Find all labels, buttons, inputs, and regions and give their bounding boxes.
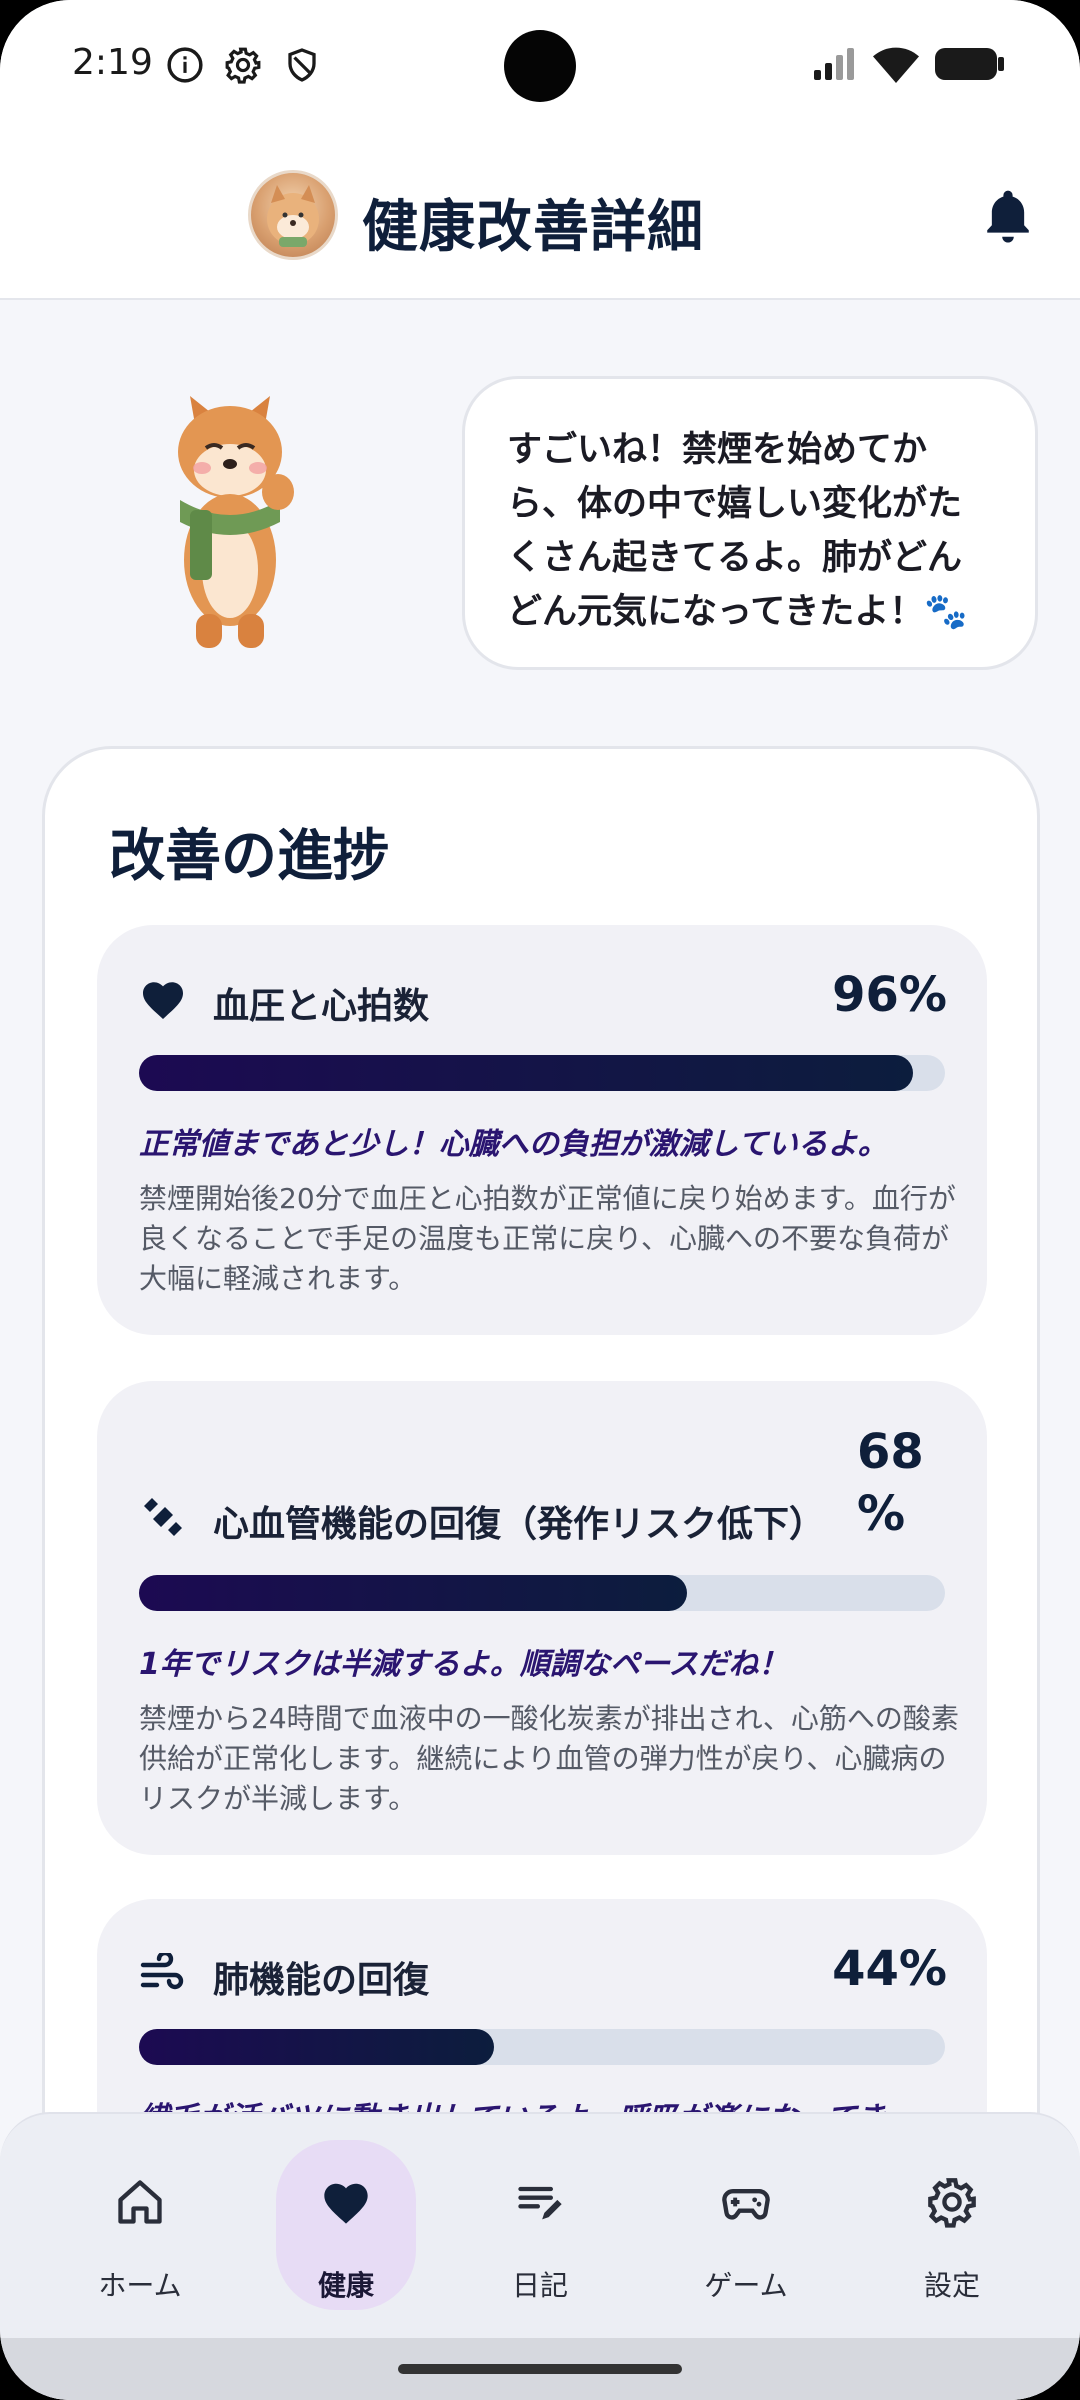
signal-icon	[812, 46, 860, 86]
heart-icon	[139, 977, 187, 1025]
progress-title: 改善の進捗	[109, 824, 389, 889]
progress-item-description: 禁煙から24時間で血液中の一酸化炭素が排出され、心筋への酸素供給が正常化します。…	[139, 1702, 959, 1815]
progress-item-percent: 44%	[832, 1941, 947, 1997]
bell-icon[interactable]	[980, 186, 1036, 250]
progress-bar	[139, 1055, 945, 1091]
heart-icon	[320, 2176, 372, 2232]
shield-icon	[284, 46, 320, 88]
info-icon	[166, 46, 204, 88]
progress-item-label: 血圧と心拍数	[213, 986, 430, 1027]
progress-item[interactable]: 血圧と心拍数 96% 正常値まであと少し！心臓への負担が激減しているよ。 禁煙開…	[97, 925, 987, 1335]
home-gesture-bar[interactable]	[398, 2364, 682, 2374]
progress-item-percent: 68 %	[857, 1424, 924, 1542]
page-title: 健康改善詳細	[362, 195, 704, 260]
nav-label: 健康	[317, 2269, 374, 2302]
nav-label: ホーム	[98, 2269, 182, 2302]
status-bar: 2:19	[0, 0, 1080, 130]
camera-cutout	[504, 30, 576, 102]
app-header: 健康改善詳細	[0, 130, 1080, 300]
gamepad-icon	[720, 2176, 772, 2232]
progress-item[interactable]: 心血管機能の回復（発作リスク低下） 68 % 1年でリスクは半減するよ。順調なペ…	[97, 1381, 987, 1855]
progress-item-label: 肺機能の回復	[213, 1960, 430, 2001]
home-icon	[114, 2176, 166, 2232]
progress-item-note: 1年でリスクは半減するよ。順調なペースだね！	[139, 1647, 789, 1682]
progress-bar	[139, 2029, 945, 2065]
settings-icon	[926, 2176, 978, 2232]
shiba-mascot	[150, 390, 310, 650]
progress-item-percent: 96%	[832, 967, 947, 1023]
progress-bar-fill	[139, 2029, 494, 2065]
nav-settings[interactable]: 設定	[882, 2140, 1022, 2310]
progress-item-label: 心血管機能の回復（発作リスク低下）	[213, 1504, 826, 1545]
wind-icon	[139, 1950, 187, 1997]
shiba-avatar[interactable]	[248, 170, 338, 260]
nav-diary[interactable]: 日記	[470, 2140, 610, 2310]
bottom-navigation: ホーム 健康 日記 ゲーム 設定	[0, 2112, 1080, 2338]
nav-label: ゲーム	[704, 2269, 788, 2302]
nav-label: 設定	[923, 2269, 980, 2302]
nav-health[interactable]: 健康	[276, 2140, 416, 2310]
screen: 2:19 健康改善詳細 すごいね！禁煙を始めてから、体の中で嬉しい変化がたくさん…	[0, 0, 1080, 2400]
dumbbell-icon	[139, 1493, 187, 1545]
status-time: 2:19	[72, 42, 153, 83]
wifi-icon	[872, 46, 920, 88]
progress-bar-fill	[139, 1575, 688, 1611]
nav-game[interactable]: ゲーム	[676, 2140, 816, 2310]
progress-bar-fill	[139, 1055, 913, 1091]
progress-item-note: 正常値まであと少し！心臓への負担が激減しているよ。	[139, 1127, 888, 1162]
gear-icon	[224, 46, 262, 88]
battery-icon	[934, 46, 1006, 86]
progress-bar	[139, 1575, 945, 1611]
edit-note-icon	[514, 2176, 566, 2232]
speech-bubble: すごいね！禁煙を始めてから、体の中で嬉しい変化がたくさん起きてるよ。肺がどんどん…	[462, 376, 1038, 670]
nav-label: 日記	[511, 2269, 568, 2302]
progress-item-description: 禁煙開始後20分で血圧と心拍数が正常値に戻り始めます。血行が良くなることで手足の…	[139, 1182, 956, 1295]
nav-home[interactable]: ホーム	[70, 2140, 210, 2310]
